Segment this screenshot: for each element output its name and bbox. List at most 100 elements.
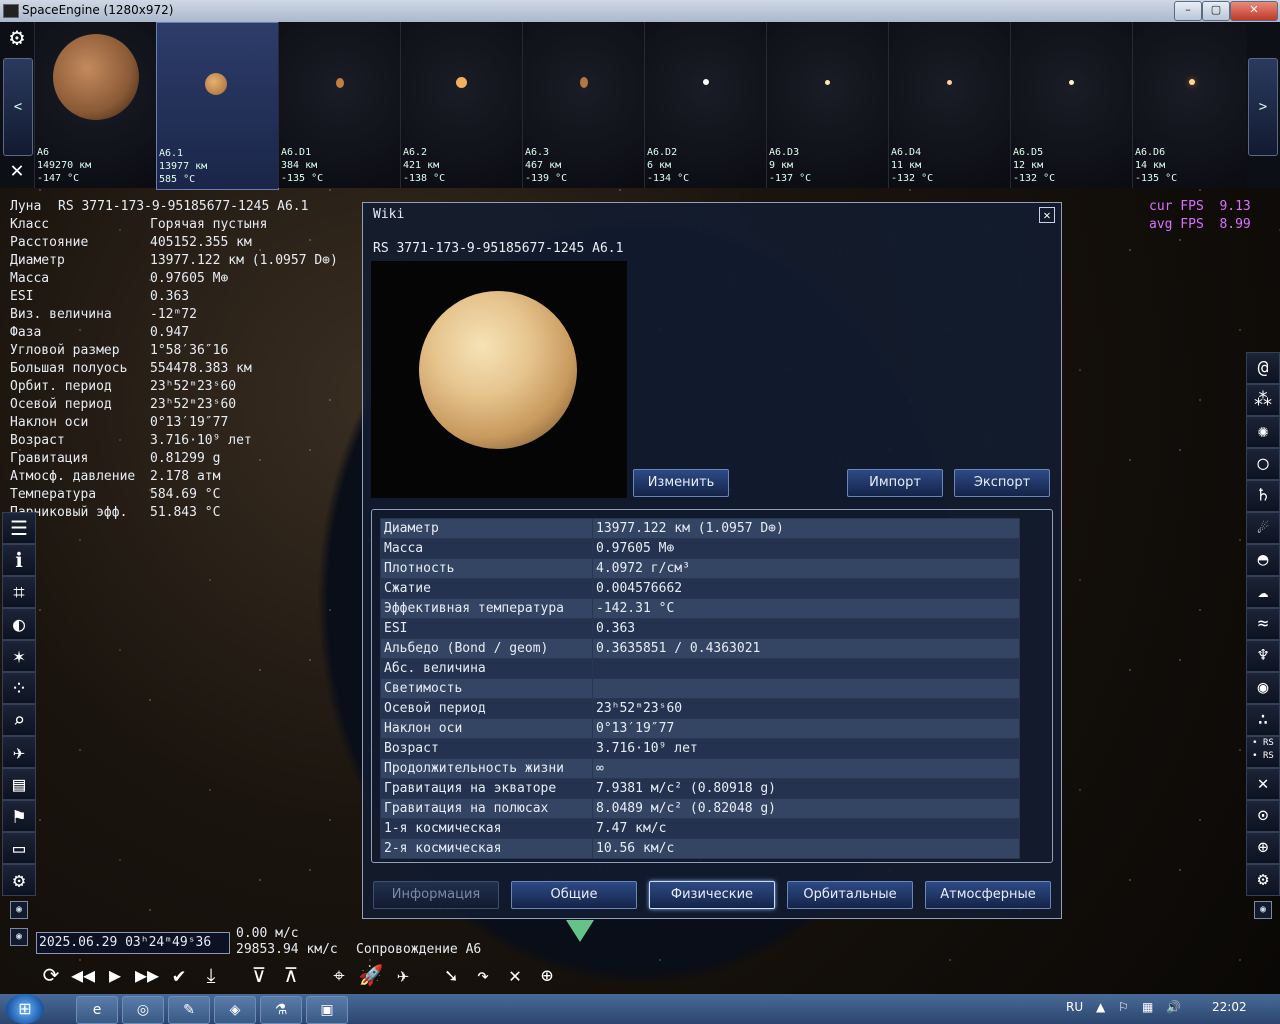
strip-next-button[interactable]: >: [1248, 58, 1278, 156]
monitor-icon[interactable]: ▭: [2, 832, 36, 864]
fps-cur-label: cur FPS: [1149, 199, 1204, 214]
prop-key: Светимость: [380, 678, 593, 699]
nebula-icon[interactable]: ✺: [1246, 416, 1280, 448]
app-taskbar-icon[interactable]: ✎: [168, 996, 210, 1024]
grid-icon[interactable]: ⌗: [2, 576, 36, 608]
prop-value: [592, 658, 1020, 679]
thumb-item[interactable]: A6.D2 6 км -134 °C: [644, 22, 766, 188]
tab-orbital[interactable]: Орбитальные: [787, 881, 913, 909]
volume-icon[interactable]: 🔊: [1166, 1000, 1181, 1014]
maximize-button[interactable]: ▢: [1202, 1, 1230, 21]
start-button[interactable]: ⊞: [6, 994, 44, 1024]
thumb-item[interactable]: A6.D1 384 км -135 °C: [278, 22, 400, 188]
water-icon[interactable]: ≈: [1246, 608, 1280, 640]
labels-icon[interactable]: • RS • RS: [1246, 736, 1280, 768]
thumb-item[interactable]: A6 149270 км -147 °C: [34, 22, 156, 188]
edit-button[interactable]: Изменить: [633, 469, 729, 497]
import-button[interactable]: Импорт: [847, 469, 943, 497]
thumb-item[interactable]: A6.D4 11 км -132 °C: [888, 22, 1010, 188]
chrome-taskbar-icon[interactable]: ◎: [122, 996, 164, 1024]
tab-general[interactable]: Общие: [511, 881, 637, 909]
tab-info[interactable]: Информация: [373, 881, 499, 909]
small-toggle-icon[interactable]: ◉: [10, 928, 28, 946]
flag-icon[interactable]: ⚑: [2, 800, 36, 832]
ship-icon[interactable]: ✈: [2, 736, 36, 768]
spiral-galaxy-icon[interactable]: @: [1246, 352, 1280, 384]
info-icon[interactable]: ℹ: [2, 544, 36, 576]
starfield-icon[interactable]: ∴: [1246, 704, 1280, 736]
tray-arrow-icon[interactable]: ▲: [1096, 1000, 1105, 1014]
crosshair-icon[interactable]: ✕: [1246, 768, 1280, 800]
clock[interactable]: 22:02: [1212, 1000, 1247, 1014]
small-toggle-icon[interactable]: ◉: [10, 901, 28, 919]
cloud-icon[interactable]: ☁: [1246, 576, 1280, 608]
search-icon[interactable]: ⌕: [2, 704, 36, 736]
land-icon[interactable]: ⤓: [196, 960, 226, 990]
stars-icon[interactable]: ⁘: [2, 672, 36, 704]
planet-system-icon[interactable]: ◐: [2, 608, 36, 640]
settings-icon[interactable]: ⚙: [2, 864, 36, 896]
fast-forward-icon[interactable]: ▶▶: [132, 960, 162, 990]
strip-prev-button[interactable]: <: [3, 58, 33, 156]
airplane-icon[interactable]: ✈: [388, 960, 418, 990]
comet-icon[interactable]: ☄: [1246, 512, 1280, 544]
prop-value: 0.004576662: [592, 578, 1020, 599]
planet-thumbnail: [53, 34, 139, 120]
atmosphere-icon[interactable]: ◓: [1246, 544, 1280, 576]
globe-grid-icon[interactable]: ⊕: [1246, 832, 1280, 864]
refresh-icon[interactable]: ⟳: [36, 960, 66, 990]
play-icon[interactable]: ▶: [100, 960, 130, 990]
thumb-item[interactable]: A6.D5 12 км -132 °C: [1010, 22, 1132, 188]
prop-key: Продолжительность жизни: [380, 758, 593, 779]
close-icon[interactable]: ✕: [1039, 207, 1055, 223]
thumb-item-selected[interactable]: A6.1 13977 км 585 °C: [156, 22, 279, 190]
info-key: Орбит. период: [10, 379, 112, 394]
close-icon[interactable]: ✕: [4, 158, 30, 184]
up-arrow-icon[interactable]: ⊼: [276, 960, 306, 990]
export-button[interactable]: Экспорт: [954, 469, 1050, 497]
thumb-item[interactable]: A6.3 467 км -139 °C: [522, 22, 644, 188]
follow-icon[interactable]: ↷: [468, 960, 498, 990]
datetime-field[interactable]: 2025.06.29 03ʰ24ᵐ49ˢ36: [36, 932, 230, 954]
ring-icon[interactable]: ◯: [1246, 448, 1280, 480]
gear-icon[interactable]: ⚙: [4, 24, 30, 50]
saturn-icon[interactable]: ♄: [1246, 480, 1280, 512]
checkmark-icon[interactable]: ✔: [164, 960, 194, 990]
small-toggle-icon[interactable]: ◉: [1254, 901, 1272, 919]
tab-atmospheric[interactable]: Атмосферные: [925, 881, 1051, 909]
settings-icon[interactable]: ⚙: [1246, 864, 1280, 896]
rewind-icon[interactable]: ◀◀: [68, 960, 98, 990]
thumb-item[interactable]: A6.D6 14 км -135 °C: [1132, 22, 1247, 188]
eye-icon[interactable]: ◉: [1246, 672, 1280, 704]
select-cursor-icon[interactable]: ⌖: [324, 960, 354, 990]
app-taskbar-icon[interactable]: ◈: [214, 996, 256, 1024]
wiki-object-name: RS 3771-173-9-95185677-1245 A6.1: [373, 241, 624, 256]
close-button[interactable]: ✕: [1230, 1, 1278, 21]
galaxy-icon[interactable]: ✶: [2, 640, 36, 672]
tab-physical[interactable]: Физические: [649, 881, 775, 909]
spaceengine-taskbar-icon[interactable]: ▣: [306, 996, 348, 1024]
orbit-icon[interactable]: ⊙: [1246, 800, 1280, 832]
thumb-item[interactable]: A6.D3 9 км -137 °C: [766, 22, 888, 188]
moon-thumbnail: [703, 79, 709, 85]
flag-tray-icon[interactable]: ⚐: [1118, 1000, 1129, 1014]
app-taskbar-icon[interactable]: ⚗: [260, 996, 302, 1024]
clusters-icon[interactable]: ⁂: [1246, 384, 1280, 416]
language-indicator[interactable]: RU: [1066, 1000, 1083, 1014]
thumb-item[interactable]: A6.2 421 км -138 °C: [400, 22, 522, 188]
down-arrow-icon[interactable]: ⊽: [244, 960, 274, 990]
rocket-icon[interactable]: 🚀: [356, 960, 386, 990]
goto-icon[interactable]: ➘: [436, 960, 466, 990]
aurora-icon[interactable]: ♆: [1246, 640, 1280, 672]
target-icon[interactable]: ⊕: [532, 960, 562, 990]
minimize-button[interactable]: –: [1174, 1, 1202, 21]
prop-key: Возраст: [380, 738, 593, 759]
info-key: Класс: [10, 217, 50, 232]
list-icon[interactable]: ▤: [2, 768, 36, 800]
center-icon[interactable]: ✕: [500, 960, 530, 990]
prop-key: Масса: [380, 538, 593, 559]
network-icon[interactable]: ▦: [1142, 1000, 1153, 1014]
menu-icon[interactable]: ☰: [2, 512, 36, 544]
info-key: Наклон оси: [10, 415, 89, 430]
ie-taskbar-icon[interactable]: e: [76, 996, 118, 1024]
